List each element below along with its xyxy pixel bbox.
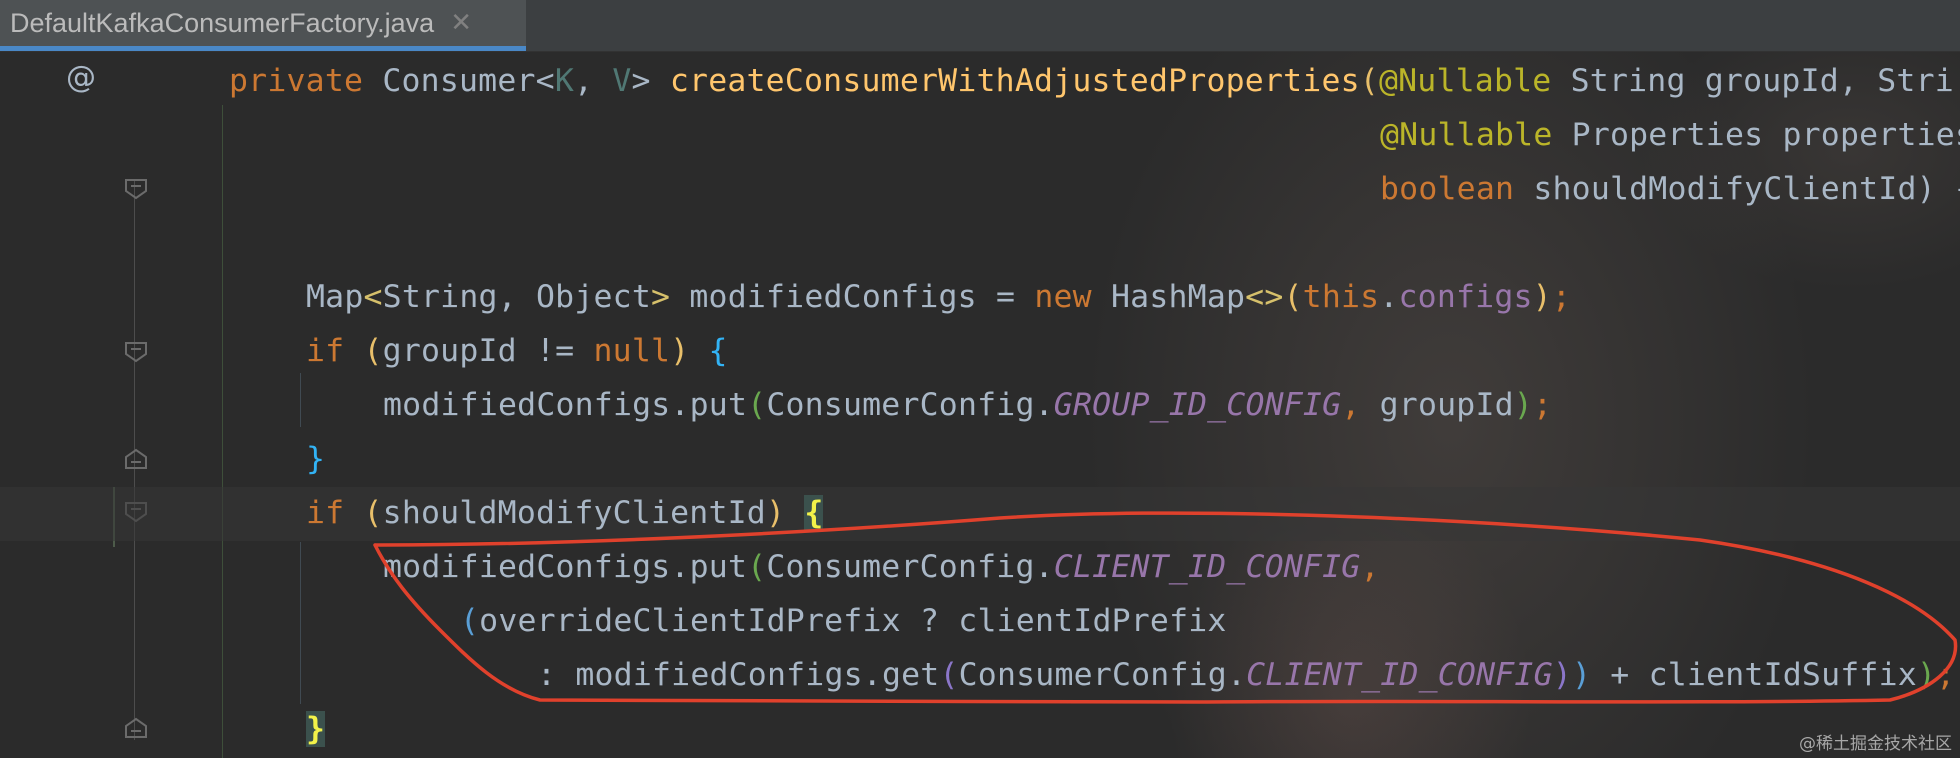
variable-decl: modifiedConfigs = — [689, 279, 1035, 315]
paren-open: ( — [747, 549, 767, 585]
params-text: Properties properties — [1552, 117, 1960, 153]
code-line-11[interactable]: (overrideClientIdPrefix ? clientIdPrefix — [460, 594, 1227, 648]
condition-text: shouldModifyClientId — [382, 495, 766, 531]
annotation-nullable: @Nullable — [1378, 63, 1552, 99]
method-call: modifiedConfigs.put — [383, 549, 748, 585]
paren-close: ) — [765, 495, 786, 531]
if-block-scope-line-2 — [300, 542, 301, 704]
paren-close: ) — [1552, 657, 1572, 693]
condition-text: groupId != — [382, 333, 594, 369]
type-param-v: V — [612, 63, 632, 99]
ternary-text: overrideClientIdPrefix ? clientIdPrefix — [479, 603, 1227, 639]
type-object: Object — [536, 279, 652, 315]
editor-tab-bar: DefaultKafkaConsumerFactory.java ✕ — [0, 0, 1960, 52]
argument: groupId — [1379, 387, 1514, 423]
watermark: @稀土掘金技术社区 — [1799, 734, 1952, 754]
type-map: Map — [306, 279, 364, 315]
fold-expand-end-icon[interactable] — [124, 447, 148, 471]
code-line-10[interactable]: modifiedConfigs.put(ConsumerConfig.CLIEN… — [383, 540, 1380, 594]
keyword-boolean: boolean — [1380, 171, 1515, 207]
method-call: modifiedConfigs.put — [383, 387, 748, 423]
diamond: <> — [1245, 279, 1284, 315]
code-line-5[interactable]: Map<String, Object> modifiedConfigs = ne… — [306, 270, 1571, 324]
angle-close: > — [651, 279, 690, 315]
fold-collapse-icon[interactable] — [124, 177, 148, 201]
annotation-gutter-icon[interactable]: @ — [66, 60, 96, 95]
annotation-nullable: @Nullable — [1380, 117, 1553, 153]
paren-open: ( — [939, 657, 959, 693]
comma: , — [497, 279, 537, 315]
code-line-13[interactable]: } — [306, 702, 326, 756]
paren-close: ) — [1571, 657, 1592, 693]
semicolon: ; — [1532, 387, 1553, 423]
tab-filename: DefaultKafkaConsumerFactory.java — [10, 7, 435, 38]
constant-client-id-config: CLIENT_ID_CONFIG — [1053, 549, 1361, 585]
type-consumer: Consumer — [382, 63, 536, 99]
brace-open-highlighted: { — [804, 495, 824, 531]
class-ref: ConsumerConfig. — [958, 657, 1247, 693]
paren-close: ) — [1916, 657, 1937, 693]
paren-open: ( — [747, 387, 767, 423]
code-line-2[interactable]: @Nullable Properties properties — [1380, 108, 1960, 162]
current-line-highlight — [0, 487, 1960, 541]
paren-open: ( — [460, 603, 480, 639]
paren-close: ) — [670, 333, 690, 369]
type-hashmap: HashMap — [1111, 279, 1246, 315]
paren-close: ) — [1513, 387, 1533, 423]
angle-open: < — [363, 279, 383, 315]
keyword-new: new — [1034, 279, 1111, 315]
dot: . — [1379, 279, 1399, 315]
keyword-this: this — [1302, 279, 1380, 315]
semicolon: ; — [1551, 279, 1572, 315]
params-text: shouldModifyClientId) { — [1514, 171, 1960, 207]
constant-client-id-config: CLIENT_ID_CONFIG — [1246, 657, 1553, 693]
type-param-k: K — [554, 63, 574, 99]
method-call: : modifiedConfigs.get — [537, 657, 940, 693]
method-name: createConsumerWithAdjustedProperties — [669, 63, 1360, 99]
type-string: String — [382, 279, 498, 315]
params-text: String groupId, Stri — [1551, 63, 1954, 99]
brace-close: } — [306, 441, 326, 477]
editor-gutter — [0, 51, 200, 758]
paren-close: ) — [1532, 279, 1552, 315]
paren-open: ( — [363, 495, 383, 531]
method-scope-line — [222, 105, 223, 758]
code-line-6[interactable]: if (groupId != null) { — [306, 324, 728, 378]
editor-tab[interactable]: DefaultKafkaConsumerFactory.java ✕ — [0, 0, 526, 51]
keyword-null: null — [593, 333, 671, 369]
angle-open: < — [535, 63, 555, 99]
comma: , — [1360, 549, 1380, 585]
brace-open: { — [708, 333, 728, 369]
angle-close: > — [631, 63, 670, 99]
constant-group-id-config: GROUP_ID_CONFIG — [1053, 387, 1342, 423]
paren-open: ( — [1283, 279, 1303, 315]
class-ref: ConsumerConfig. — [766, 549, 1054, 585]
code-line-3[interactable]: boolean shouldModifyClientId) { — [1380, 162, 1960, 216]
fold-expand-end-icon[interactable] — [124, 716, 148, 740]
class-ref: ConsumerConfig. — [766, 387, 1054, 423]
keyword-if: if — [306, 495, 364, 531]
paren-open: ( — [1359, 63, 1379, 99]
comma: , — [1341, 387, 1380, 423]
if-block-scope-line — [300, 373, 301, 427]
concat-text: + clientIdSuffix — [1591, 657, 1917, 693]
keyword-if: if — [306, 333, 364, 369]
code-line-8[interactable]: } — [306, 432, 325, 486]
code-line-1[interactable]: private Consumer<K, V> createConsumerWit… — [229, 54, 1954, 108]
brace-close-highlighted: } — [306, 711, 326, 747]
semicolon: ; — [1936, 657, 1956, 693]
code-line-7[interactable]: modifiedConfigs.put(ConsumerConfig.GROUP… — [383, 378, 1552, 432]
field-configs: configs — [1398, 279, 1533, 315]
close-icon[interactable]: ✕ — [450, 8, 472, 38]
code-line-12[interactable]: : modifiedConfigs.get(ConsumerConfig.CLI… — [537, 648, 1955, 702]
keyword-private: private — [229, 63, 383, 99]
comma: , — [574, 63, 613, 99]
fold-collapse-icon[interactable] — [124, 340, 148, 364]
code-line-9[interactable]: if (shouldModifyClientId) { — [306, 486, 824, 540]
paren-open: ( — [363, 333, 383, 369]
